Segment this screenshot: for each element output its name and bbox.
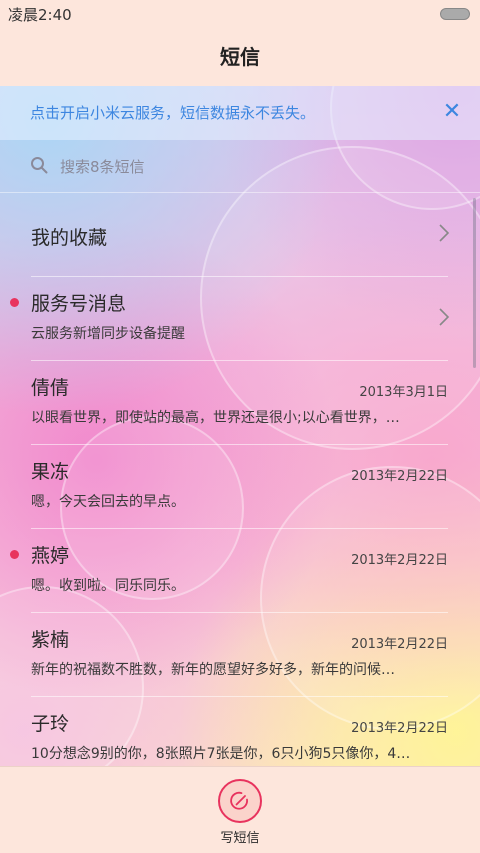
list-item[interactable]: 倩倩 2013年3月1日 以眼看世界，即使站的最高，世界还是很小;以心看世界，… xyxy=(0,361,480,445)
chevron-right-icon xyxy=(439,308,450,326)
list-item[interactable]: 紫楠 2013年2月22日 新年的祝福数不胜数，新年的愿望好多好多，新年的问候… xyxy=(0,613,480,697)
list-item-favorites[interactable]: 我的收藏 xyxy=(0,193,480,277)
bottom-bar: 写短信 xyxy=(0,766,480,853)
status-bar: 凌晨2:40 xyxy=(0,0,480,28)
close-icon[interactable]: ✕ xyxy=(438,98,466,126)
compose-button[interactable] xyxy=(218,779,262,823)
unread-dot-icon xyxy=(10,298,19,307)
list-item-service-messages[interactable]: 服务号消息 云服务新增同步设备提醒 xyxy=(0,277,480,361)
conversation-date: 2013年2月22日 xyxy=(351,553,448,568)
conversation-name: 我的收藏 xyxy=(31,227,108,249)
conversation-preview: 云服务新增同步设备提醒 xyxy=(31,326,185,342)
unread-dot-icon xyxy=(10,550,19,559)
conversation-name: 燕婷 xyxy=(31,545,70,567)
cloud-service-banner[interactable]: 点击开启小米云服务，短信数据永不丢失。 ✕ xyxy=(0,86,480,140)
search-input[interactable] xyxy=(58,150,442,184)
conversation-preview: 嗯。收到啦。同乐同乐。 xyxy=(31,578,185,594)
conversation-list: 我的收藏 服务号消息 云服务新增同步设备提醒 倩倩 2013年3月1日 以眼看世… xyxy=(0,193,480,781)
battery-icon xyxy=(440,8,470,20)
title-bar: 短信 xyxy=(0,28,480,86)
conversation-preview: 嗯，今天会回去的早点。 xyxy=(31,494,185,510)
conversation-preview: 以眼看世界，即使站的最高，世界还是很小;以心看世界，… xyxy=(31,410,400,426)
conversation-preview: 10分想念9别的你，8张照片7张是你，6只小狗5只像你，4… xyxy=(31,746,411,762)
search-bar[interactable] xyxy=(0,140,480,193)
conversation-name: 倩倩 xyxy=(31,377,70,399)
search-icon xyxy=(31,157,48,174)
conversation-name: 果冻 xyxy=(31,461,70,483)
list-item[interactable]: 果冻 2013年2月22日 嗯，今天会回去的早点。 xyxy=(0,445,480,529)
sms-screen: 凌晨2:40 短信 点击开启小米云服务，短信数据永不丢失。 ✕ 我的收藏 服务号… xyxy=(0,0,480,853)
compose-icon xyxy=(230,791,248,810)
page-title: 短信 xyxy=(220,45,260,69)
conversation-date: 2013年2月22日 xyxy=(351,637,448,652)
conversation-preview: 新年的祝福数不胜数，新年的愿望好多好多，新年的问候… xyxy=(31,662,395,678)
conversation-date: 2013年2月22日 xyxy=(351,469,448,484)
conversation-name: 服务号消息 xyxy=(31,293,127,315)
compose-label[interactable]: 写短信 xyxy=(0,827,480,846)
conversation-date: 2013年3月1日 xyxy=(359,385,448,400)
conversation-name: 紫楠 xyxy=(31,629,70,651)
chevron-right-icon xyxy=(439,224,450,242)
status-time: 凌晨2:40 xyxy=(8,6,72,24)
list-item[interactable]: 燕婷 2013年2月22日 嗯。收到啦。同乐同乐。 xyxy=(0,529,480,613)
conversation-name: 子玲 xyxy=(31,713,70,735)
conversation-date: 2013年2月22日 xyxy=(351,721,448,736)
banner-text[interactable]: 点击开启小米云服务，短信数据永不丢失。 xyxy=(30,102,315,123)
scrollbar[interactable] xyxy=(473,198,476,368)
